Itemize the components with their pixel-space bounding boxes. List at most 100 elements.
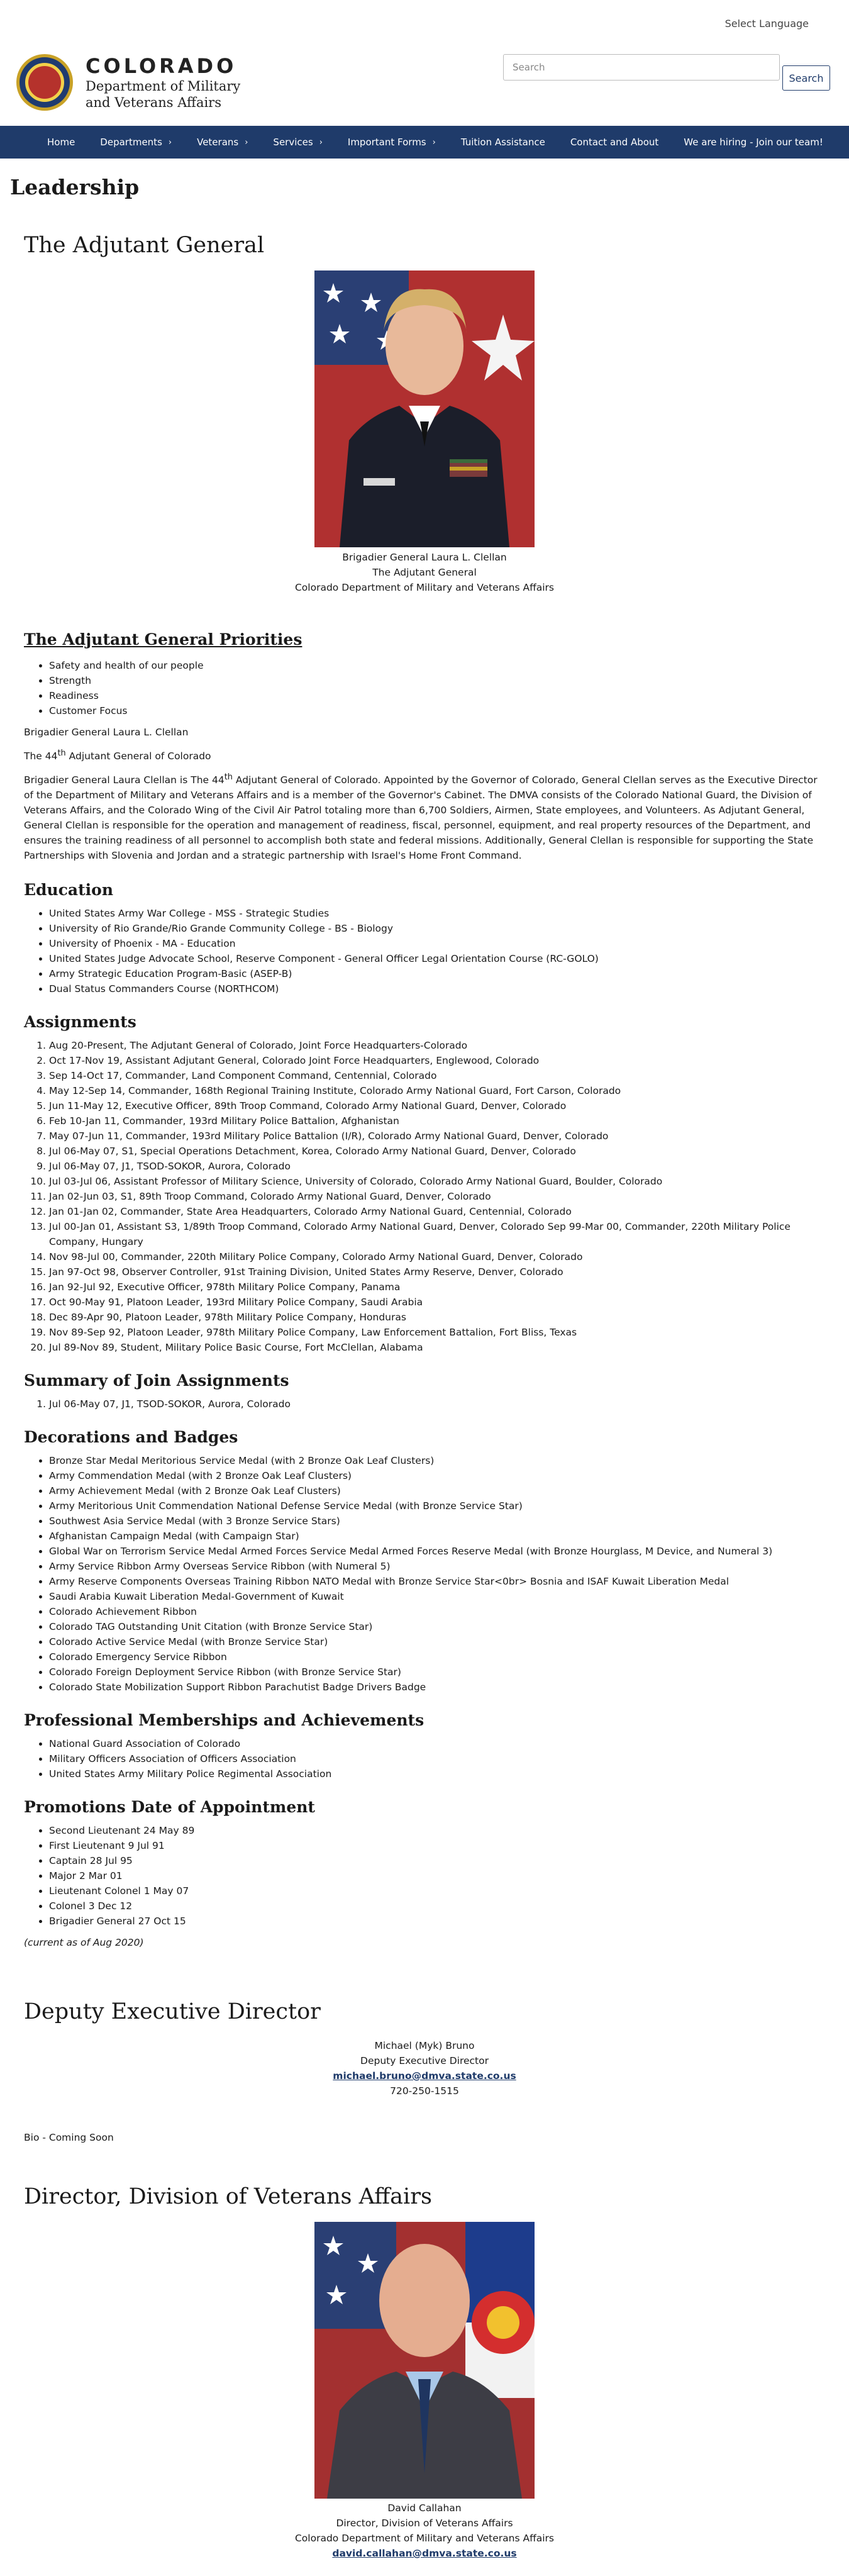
current-note: (current as of Aug 2020) <box>24 1937 144 1949</box>
veterans-director-caption: David Callahan Director, Division of Vet… <box>0 2501 849 2561</box>
logo-dept-line1: Department of Military <box>86 79 241 94</box>
list-item: Oct 90-May 91, Platoon Leader, 193rd Mil… <box>49 1295 829 1310</box>
list-item: Jan 97-Oct 98, Observer Controller, 91st… <box>49 1264 829 1280</box>
bio-pre: Brigadier General Laura Clellan is The 4… <box>24 774 225 786</box>
list-item: Colorado Achievement Ribbon <box>49 1604 829 1619</box>
nav-item[interactable]: Services › <box>273 137 322 148</box>
nav-item[interactable]: Tuition Assistance <box>461 137 545 148</box>
nav-item[interactable]: Important Forms › <box>348 137 436 148</box>
list-item: Brigadier General 27 Oct 15 <box>49 1914 829 1929</box>
list-item: Army Reserve Components Overseas Trainin… <box>49 1574 829 1589</box>
list-item: United States Army Military Police Regim… <box>49 1766 829 1781</box>
list-item: Aug 20-Present, The Adjutant General of … <box>49 1038 829 1053</box>
adjutant-general-heading: The Adjutant General <box>24 233 265 258</box>
search-button[interactable]: Search <box>782 65 830 91</box>
nav-item[interactable]: Veterans › <box>197 137 248 148</box>
dva-email-link[interactable]: david.callahan@dmva.state.co.us <box>332 2548 516 2559</box>
title-pre: The 44 <box>24 750 58 762</box>
list-item: Customer Focus <box>49 703 829 718</box>
nav-item-label: We are hiring - Join our team! <box>684 137 823 148</box>
nav-item-label: Home <box>47 137 75 148</box>
nav-item[interactable]: Contact and About <box>570 137 658 148</box>
list-item: Captain 28 Jul 95 <box>49 1853 829 1868</box>
search-input[interactable]: Search <box>503 54 780 81</box>
caption-org: Colorado Department of Military and Vete… <box>294 582 554 593</box>
list-item: Colorado TAG Outstanding Unit Citation (… <box>49 1619 829 1634</box>
priorities-heading: The Adjutant General Priorities <box>24 630 302 649</box>
list-item: Jul 06-May 07, S1, Special Operations De… <box>49 1144 829 1159</box>
list-item: Jul 00-Jan 01, Assistant S3, 1/89th Troo… <box>49 1219 829 1249</box>
list-item: Army Achievement Medal (with 2 Bronze Oa… <box>49 1483 829 1498</box>
deputy-director-heading: Deputy Executive Director <box>24 1999 321 2024</box>
chevron-right-icon: › <box>245 137 248 147</box>
page-title: Leadership <box>10 175 140 199</box>
dva-caption-name: David Callahan <box>387 2502 462 2514</box>
nav-item-label: Services <box>273 137 313 148</box>
deputy-email-link[interactable]: michael.bruno@dmva.state.co.us <box>333 2070 516 2082</box>
chevron-right-icon: › <box>432 137 436 147</box>
deputy-name: Michael (Myk) Bruno <box>374 2040 475 2051</box>
list-item: Colorado Active Service Medal (with Bron… <box>49 1634 829 1649</box>
caption-name: Brigadier General Laura L. Clellan <box>342 552 507 563</box>
education-list: United States Army War College - MSS - S… <box>49 906 829 996</box>
list-item: Oct 17-Nov 19, Assistant Adjutant Genera… <box>49 1053 829 1068</box>
list-item: University of Rio Grande/Rio Grande Comm… <box>49 921 829 936</box>
joint-assignments-heading: Summary of Join Assignments <box>24 1371 289 1390</box>
list-item: Dec 89-Apr 90, Platoon Leader, 978th Mil… <box>49 1310 829 1325</box>
bio-post: Adjutant General of Colorado. Appointed … <box>24 774 818 862</box>
deputy-director-caption: Michael (Myk) Bruno Deputy Executive Dir… <box>0 2038 849 2099</box>
assignments-list: Aug 20-Present, The Adjutant General of … <box>49 1038 829 1355</box>
list-item: Military Officers Association of Officer… <box>49 1751 829 1766</box>
veterans-director-photo <box>314 2222 535 2499</box>
site-logo[interactable]: COLORADO Department of Military and Vete… <box>16 54 240 111</box>
list-item: Army Meritorious Unit Commendation Natio… <box>49 1498 829 1514</box>
list-item: Safety and health of our people <box>49 658 829 673</box>
chevron-right-icon: › <box>168 137 172 147</box>
nav-item[interactable]: Home <box>47 137 75 148</box>
assignments-heading: Assignments <box>24 1013 136 1032</box>
nav-item-label: Contact and About <box>570 137 659 148</box>
list-item: Southwest Asia Service Medal (with 3 Bro… <box>49 1514 829 1529</box>
list-item: Nov 89-Sep 92, Platoon Leader, 978th Mil… <box>49 1325 829 1340</box>
nav-item[interactable]: Departments › <box>100 137 172 148</box>
deputy-phone: 720-250-1515 <box>390 2085 459 2097</box>
promotions-heading: Promotions Date of Appointment <box>24 1798 315 1817</box>
memberships-list: National Guard Association of ColoradoMi… <box>49 1736 829 1781</box>
list-item: Jul 89-Nov 89, Student, Military Police … <box>49 1340 829 1355</box>
bio-sup: th <box>224 772 233 783</box>
list-item: Jan 02-Jun 03, S1, 89th Troop Command, C… <box>49 1189 829 1204</box>
list-item: Saudi Arabia Kuwait Liberation Medal-Gov… <box>49 1589 829 1604</box>
general-title: The 44th Adjutant General of Colorado <box>24 746 829 764</box>
language-selector[interactable]: Select Language <box>725 18 809 30</box>
general-name: Brigadier General Laura L. Clellan <box>24 727 189 738</box>
nav-item-label: Departments <box>100 137 162 148</box>
dva-caption-title: Director, Division of Veterans Affairs <box>336 2517 513 2529</box>
list-item: National Guard Association of Colorado <box>49 1736 829 1751</box>
list-item: Jan 01-Jan 02, Commander, State Area Hea… <box>49 1204 829 1219</box>
list-item: University of Phoenix - MA - Education <box>49 936 829 951</box>
deputy-title: Deputy Executive Director <box>360 2055 489 2066</box>
decorations-heading: Decorations and Badges <box>24 1428 238 1447</box>
list-item: Readiness <box>49 688 829 703</box>
list-item: Jul 03-Jul 06, Assistant Professor of Mi… <box>49 1174 829 1189</box>
caption-title: The Adjutant General <box>372 567 477 578</box>
list-item: Afghanistan Campaign Medal (with Campaig… <box>49 1529 829 1544</box>
list-item: Army Service Ribbon Army Overseas Servic… <box>49 1559 829 1574</box>
dva-caption-org: Colorado Department of Military and Vete… <box>294 2533 554 2544</box>
list-item: United States Army War College - MSS - S… <box>49 906 829 921</box>
list-item: Jul 06-May 07, J1, TSOD-SOKOR, Aurora, C… <box>49 1397 829 1412</box>
education-heading: Education <box>24 881 114 900</box>
nav-item[interactable]: We are hiring - Join our team! <box>684 137 823 148</box>
list-item: Colorado Foreign Deployment Service Ribb… <box>49 1664 829 1680</box>
promotions-list: Second Lieutenant 24 May 89First Lieuten… <box>49 1823 829 1929</box>
list-item: Colorado Emergency Service Ribbon <box>49 1649 829 1664</box>
list-item: Jul 06-May 07, J1, TSOD-SOKOR, Aurora, C… <box>49 1159 829 1174</box>
list-item: Army Strategic Education Program-Basic (… <box>49 966 829 981</box>
priorities-list: Safety and health of our peopleStrengthR… <box>49 658 829 718</box>
search-placeholder: Search <box>513 62 545 73</box>
list-item: Jan 92-Jul 92, Executive Officer, 978th … <box>49 1280 829 1295</box>
joint-assignments-list: Jul 06-May 07, J1, TSOD-SOKOR, Aurora, C… <box>49 1397 829 1412</box>
nav-item-label: Veterans <box>197 137 239 148</box>
list-item: Lieutenant Colonel 1 May 07 <box>49 1883 829 1899</box>
list-item: Major 2 Mar 01 <box>49 1868 829 1883</box>
